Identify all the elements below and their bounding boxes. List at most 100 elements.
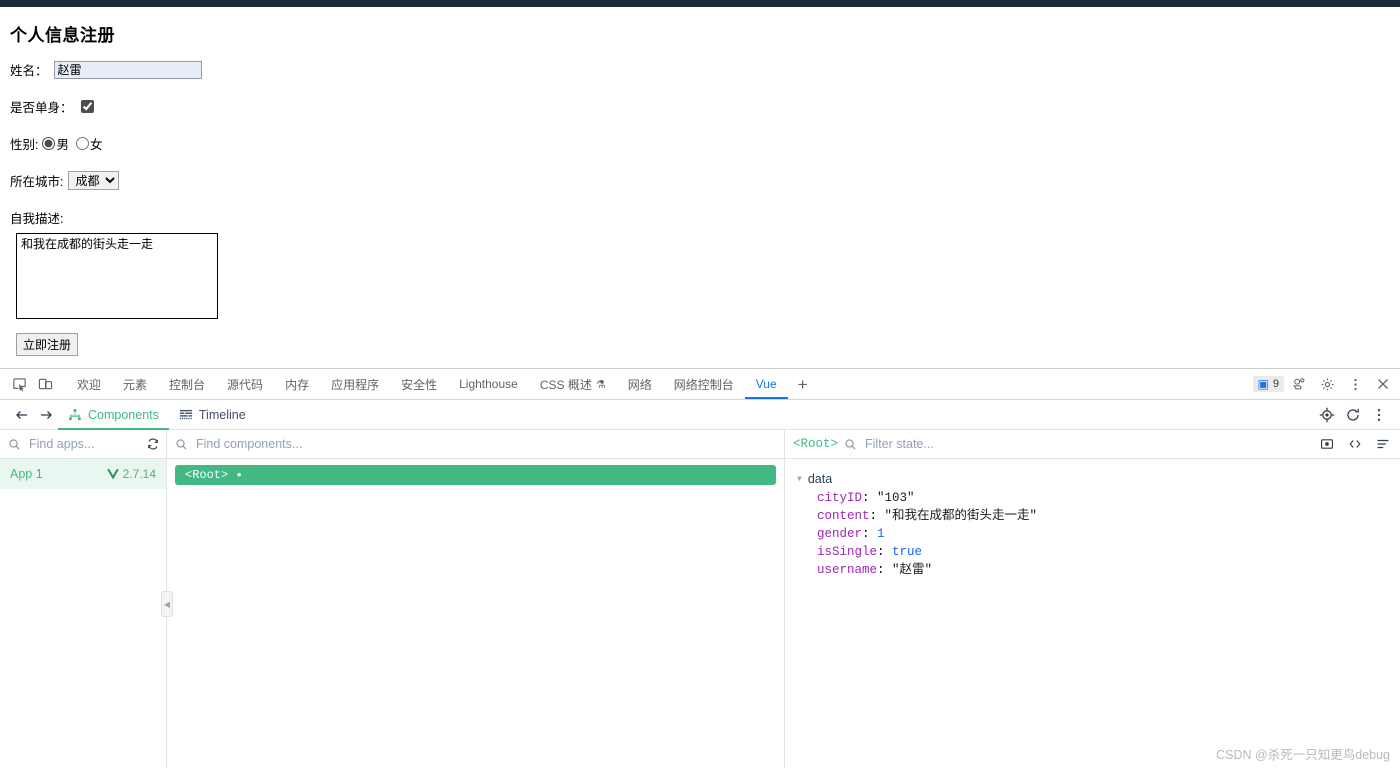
message-badge[interactable]: ▣ 9 [1252, 376, 1284, 392]
name-row: 姓名： [10, 60, 1392, 79]
add-tab-button[interactable]: + [788, 376, 818, 393]
filter-state-input[interactable] [863, 436, 1310, 452]
state-value: "103" [877, 491, 915, 505]
find-apps-input[interactable] [27, 436, 140, 452]
vue-toolbar-kebab-menu-icon[interactable] [1366, 403, 1392, 427]
search-icon [8, 438, 21, 451]
gender-female-option[interactable]: 女 [76, 134, 103, 153]
app-list-item[interactable]: App 1 2.7.14 [0, 459, 166, 489]
description-label: 自我描述: [10, 212, 64, 226]
apps-column: App 1 2.7.14 [0, 430, 167, 768]
state-inspector: ▼ data cityID: "103" content: "和我在成都的街头走… [785, 459, 1400, 768]
pick-element-icon[interactable] [1316, 437, 1338, 451]
state-group-data[interactable]: ▼ data [785, 469, 1400, 489]
devtools-tabbar: 欢迎 元素 控制台 源代码 内存 应用程序 安全性 Lighthouse CSS… [0, 369, 1400, 400]
gender-row: 性别: 男 女 [10, 134, 1392, 153]
state-column: <Root> Filter state... ▼ data cityID: "1… [785, 430, 1400, 768]
back-button[interactable] [10, 403, 34, 427]
inspect-element-icon[interactable] [6, 372, 32, 396]
submit-button[interactable]: 立即注册 [16, 333, 79, 356]
vue-panel-components[interactable]: Components [58, 400, 169, 430]
tab-lighthouse[interactable]: Lighthouse [448, 369, 529, 399]
kebab-menu-icon[interactable] [1342, 372, 1368, 396]
timeline-icon [179, 408, 193, 422]
forward-button[interactable] [34, 403, 58, 427]
state-colon: : [869, 509, 885, 523]
flask-icon: ⚗ [595, 378, 606, 391]
state-group-name: data [807, 472, 833, 486]
state-key: content [817, 509, 870, 523]
tab-welcome[interactable]: 欢迎 [66, 369, 112, 399]
tab-console[interactable]: 控制台 [158, 369, 216, 399]
find-components-input[interactable] [194, 436, 778, 452]
tab-security[interactable]: 安全性 [390, 369, 448, 399]
tab-memory[interactable]: 内存 [274, 369, 320, 399]
state-entry-gender[interactable]: gender: 1 [785, 525, 1400, 543]
state-root-label: <Root> [793, 437, 839, 451]
device-toolbar-icon[interactable] [32, 372, 58, 396]
gender-male-option[interactable]: 男 [42, 134, 69, 153]
state-key: isSingle [817, 545, 878, 559]
state-colon: : [877, 545, 893, 559]
app-version: 2.7.14 [122, 467, 156, 481]
tab-network-console[interactable]: 网络控制台 [663, 369, 745, 399]
page-content: 个人信息注册 姓名： 是否单身： 性别: 男 女 所在城市: 成都 自我描述: … [0, 7, 1400, 368]
name-input[interactable] [53, 60, 202, 79]
single-checkbox[interactable] [80, 100, 94, 113]
refresh-apps-icon[interactable] [146, 437, 160, 451]
browser-top-strip [0, 0, 1400, 7]
state-colon: : [862, 527, 878, 541]
description-textarea[interactable]: 和我在成都的街头走一走 [16, 233, 218, 319]
state-entry-content[interactable]: content: "和我在成都的街头走一走" [785, 507, 1400, 525]
find-apps-row [0, 430, 166, 459]
target-select-icon[interactable] [1314, 403, 1340, 427]
single-row: 是否单身： [10, 97, 1392, 116]
tree-node-root[interactable]: <Root> • [175, 465, 776, 485]
name-label: 姓名： [10, 64, 48, 78]
devtools-tabbar-right: ▣ 9 [1252, 372, 1396, 396]
search-icon [175, 438, 188, 451]
state-colon: : [877, 563, 893, 577]
gender-male-radio[interactable] [42, 137, 56, 150]
state-entry-username[interactable]: username: "赵雷" [785, 561, 1400, 579]
city-row: 所在城市: 成都 [10, 171, 1392, 190]
gender-male-label: 男 [56, 138, 69, 152]
state-value: "和我在成都的街头走一走" [884, 509, 1038, 523]
component-tree-icon [68, 408, 82, 422]
vue-panel-timeline[interactable]: Timeline [169, 400, 256, 430]
state-key: gender [817, 527, 863, 541]
state-entry-isSingle[interactable]: isSingle: true [785, 543, 1400, 561]
gender-female-radio[interactable] [76, 137, 89, 150]
devtools-panel: 欢迎 元素 控制台 源代码 内存 应用程序 安全性 Lighthouse CSS… [0, 368, 1400, 768]
vue-body: App 1 2.7.14 [0, 430, 1400, 768]
page-title: 个人信息注册 [10, 26, 115, 45]
filter-state-row: <Root> [785, 430, 1400, 459]
search-icon [844, 438, 857, 451]
component-tree-area: <Root> • ◀ [161, 459, 784, 768]
tab-css-overview[interactable]: CSS 概述 ⚗ [529, 369, 617, 399]
state-entry-cityID[interactable]: cityID: "103" [785, 489, 1400, 507]
tree-node-marker: • [235, 467, 244, 483]
tab-css-overview-label: CSS 概述 [539, 377, 592, 392]
tree-collapse-handle[interactable]: ◀ [161, 591, 173, 617]
app-name: App 1 [10, 467, 43, 481]
city-select[interactable]: 成都 [68, 171, 120, 190]
tab-sources[interactable]: 源代码 [216, 369, 274, 399]
refresh-icon[interactable] [1340, 403, 1366, 427]
state-key: cityID [817, 491, 863, 505]
open-in-editor-icon[interactable] [1344, 437, 1366, 451]
vue-panel-components-label: Components [88, 407, 159, 422]
gear-icon[interactable] [1314, 372, 1340, 396]
tab-elements[interactable]: 元素 [112, 369, 158, 399]
find-components-row [167, 430, 784, 459]
tab-application[interactable]: 应用程序 [320, 369, 390, 399]
message-count: 9 [1272, 378, 1279, 390]
tab-network[interactable]: 网络 [617, 369, 663, 399]
list-options-icon[interactable] [1372, 437, 1394, 451]
state-value: "赵雷" [892, 563, 933, 577]
vue-devtools-icon[interactable] [1286, 372, 1312, 396]
gender-radio-group: 男 女 [42, 134, 109, 153]
tree-node-label: <Root> [185, 468, 229, 482]
close-icon[interactable] [1370, 372, 1396, 396]
tab-vue[interactable]: Vue [745, 369, 788, 399]
